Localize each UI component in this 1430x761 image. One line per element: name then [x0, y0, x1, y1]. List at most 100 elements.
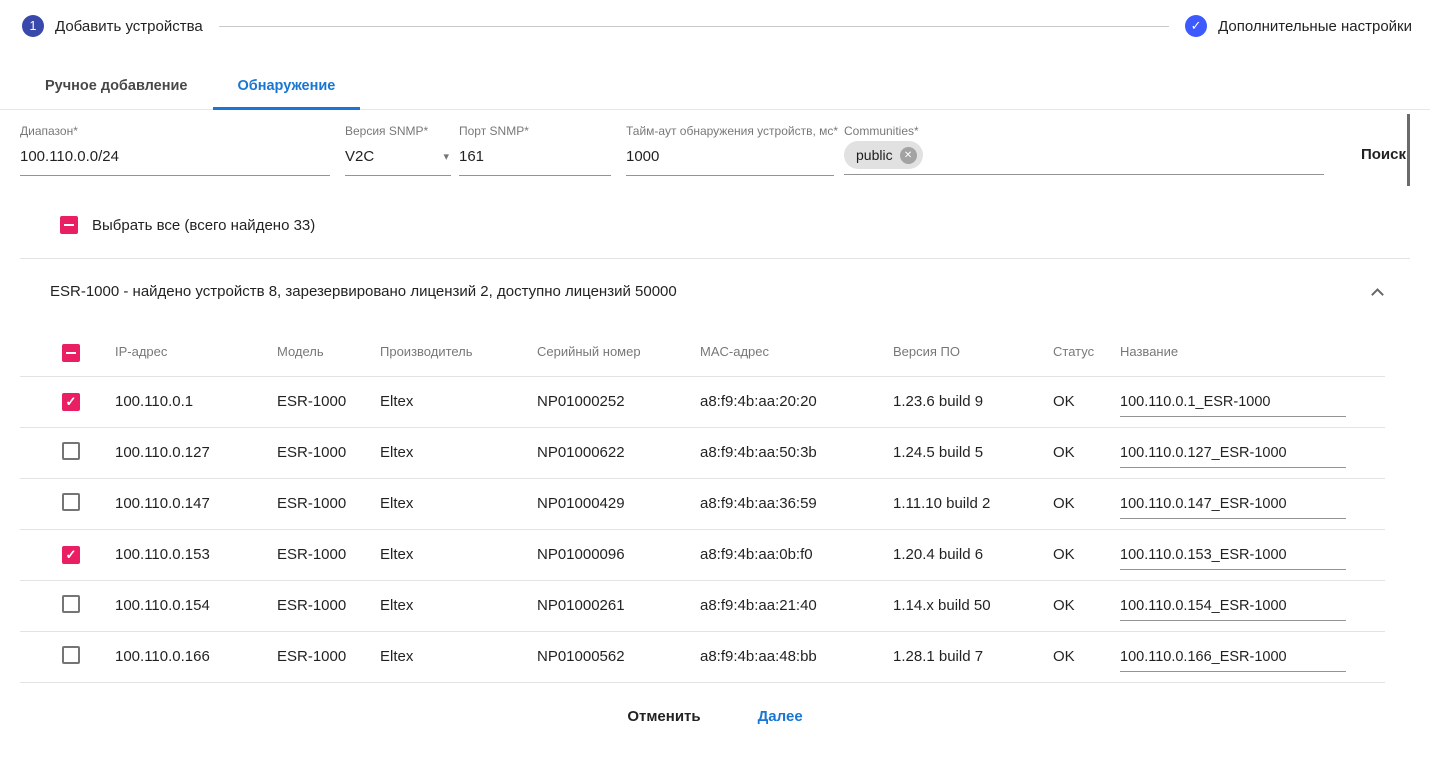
select-all-checkbox[interactable] — [60, 216, 78, 234]
cell-ip-address: 100.110.0.127 — [115, 427, 277, 478]
cell-firmware-version: 1.23.6 build 9 — [893, 376, 1053, 427]
step-1-label: Добавить устройства — [55, 18, 203, 35]
range-label: Диапазон* — [20, 124, 330, 140]
chip-remove-icon[interactable]: ✕ — [900, 147, 917, 164]
scrollbar-thumb[interactable] — [1407, 114, 1410, 186]
device-table-row: 100.110.0.166 ESR-1000 Eltex NP01000562 … — [20, 631, 1385, 682]
stepper: 1 Добавить устройства ✓ Дополнительные н… — [0, 0, 1430, 44]
cell-vendor: Eltex — [380, 478, 537, 529]
snmp-version-field: Версия SNMP* V2C ▾ — [345, 124, 451, 176]
cell-firmware-version: 1.20.4 build 6 — [893, 529, 1053, 580]
col-header-ip: IP-адрес — [115, 328, 277, 376]
step-2-label: Дополнительные настройки — [1218, 18, 1412, 35]
step-number-badge: 1 — [22, 15, 44, 37]
cell-model: ESR-1000 — [277, 529, 380, 580]
cell-mac-address: a8:f9:4b:aa:21:40 — [700, 580, 893, 631]
col-header-model: Модель — [277, 328, 380, 376]
group-select-checkbox[interactable] — [62, 344, 80, 362]
device-table-row: 100.110.0.1 ESR-1000 Eltex NP01000252 a8… — [20, 376, 1385, 427]
cell-ip-address: 100.110.0.147 — [115, 478, 277, 529]
snmp-port-input[interactable] — [459, 140, 611, 176]
device-name-input[interactable] — [1120, 545, 1346, 570]
cell-mac-address: a8:f9:4b:aa:48:bb — [700, 631, 893, 682]
col-header-mac: MAC-адрес — [700, 328, 893, 376]
row-checkbox[interactable] — [62, 646, 80, 664]
select-all-row: Выбрать все (всего найдено 33) — [0, 216, 1430, 234]
cell-vendor: Eltex — [380, 580, 537, 631]
timeout-field: Тайм-аут обнаружения устройств, мс* — [626, 124, 834, 176]
row-checkbox[interactable] — [62, 595, 80, 613]
next-button[interactable]: Далее — [746, 702, 815, 731]
device-group-title: ESR-1000 - найдено устройств 8, зарезерв… — [50, 283, 677, 300]
cell-mac-address: a8:f9:4b:aa:36:59 — [700, 478, 893, 529]
snmp-version-select[interactable]: V2C ▾ — [345, 140, 451, 176]
cell-firmware-version: 1.28.1 build 7 — [893, 631, 1053, 682]
cell-ip-address: 100.110.0.154 — [115, 580, 277, 631]
snmp-port-label: Порт SNMP* — [459, 124, 611, 140]
tab-manual-add[interactable]: Ручное добавление — [20, 63, 213, 109]
col-header-name: Название — [1120, 328, 1385, 376]
snmp-port-field: Порт SNMP* — [459, 124, 611, 176]
communities-field: Communities* public ✕ — [844, 124, 1324, 175]
tab-bar: Ручное добавление Обнаружение — [0, 63, 1430, 110]
tab-discovery[interactable]: Обнаружение — [213, 63, 361, 109]
table-header-row: IP-адрес Модель Производитель Серийный н… — [20, 328, 1385, 376]
cell-status: OK — [1053, 478, 1120, 529]
range-input[interactable] — [20, 140, 330, 176]
col-header-status: Статус — [1053, 328, 1120, 376]
cell-vendor: Eltex — [380, 427, 537, 478]
dropdown-arrow-icon: ▾ — [443, 150, 449, 163]
row-checkbox[interactable] — [62, 393, 80, 411]
cell-firmware-version: 1.24.5 build 5 — [893, 427, 1053, 478]
device-name-input[interactable] — [1120, 596, 1346, 621]
device-table-row: 100.110.0.147 ESR-1000 Eltex NP01000429 … — [20, 478, 1385, 529]
select-all-label: Выбрать все (всего найдено 33) — [92, 217, 315, 234]
device-name-input[interactable] — [1120, 647, 1346, 672]
cell-model: ESR-1000 — [277, 580, 380, 631]
device-name-input[interactable] — [1120, 392, 1346, 417]
search-button[interactable]: Поиск — [1361, 146, 1406, 163]
cell-ip-address: 100.110.0.166 — [115, 631, 277, 682]
stepper-step-additional-settings[interactable]: ✓ Дополнительные настройки — [1185, 15, 1412, 37]
device-name-input[interactable] — [1120, 494, 1346, 519]
communities-input[interactable]: public ✕ — [844, 140, 1324, 175]
device-name-input[interactable] — [1120, 443, 1346, 468]
cell-mac-address: a8:f9:4b:aa:0b:f0 — [700, 529, 893, 580]
device-table-row: 100.110.0.127 ESR-1000 Eltex NP01000622 … — [20, 427, 1385, 478]
discovery-form: Диапазон* Версия SNMP* V2C ▾ Порт SNMP* … — [0, 110, 1430, 176]
snmp-version-value: V2C — [345, 148, 374, 165]
range-field: Диапазон* — [20, 124, 330, 176]
device-table-row: 100.110.0.154 ESR-1000 Eltex NP01000261 … — [20, 580, 1385, 631]
cell-model: ESR-1000 — [277, 631, 380, 682]
device-group-header[interactable]: ESR-1000 - найдено устройств 8, зарезерв… — [20, 259, 1410, 314]
cell-firmware-version: 1.11.10 build 2 — [893, 478, 1053, 529]
cell-vendor: Eltex — [380, 631, 537, 682]
device-table: IP-адрес Модель Производитель Серийный н… — [20, 328, 1385, 683]
row-checkbox[interactable] — [62, 442, 80, 460]
cell-model: ESR-1000 — [277, 376, 380, 427]
cell-model: ESR-1000 — [277, 427, 380, 478]
cell-mac-address: a8:f9:4b:aa:50:3b — [700, 427, 893, 478]
cell-model: ESR-1000 — [277, 478, 380, 529]
stepper-connector-line — [219, 26, 1169, 27]
cell-status: OK — [1053, 580, 1120, 631]
col-header-serial: Серийный номер — [537, 328, 700, 376]
cell-serial-number: NP01000622 — [537, 427, 700, 478]
device-table-body: 100.110.0.1 ESR-1000 Eltex NP01000252 a8… — [20, 376, 1385, 682]
row-checkbox[interactable] — [62, 546, 80, 564]
cell-status: OK — [1053, 631, 1120, 682]
collapse-chevron-icon[interactable] — [1371, 288, 1384, 301]
cell-status: OK — [1053, 376, 1120, 427]
add-devices-wizard: 1 Добавить устройства ✓ Дополнительные н… — [0, 0, 1430, 747]
timeout-input[interactable] — [626, 140, 834, 176]
cell-ip-address: 100.110.0.1 — [115, 376, 277, 427]
cell-firmware-version: 1.14.x build 50 — [893, 580, 1053, 631]
row-checkbox[interactable] — [62, 493, 80, 511]
cell-mac-address: a8:f9:4b:aa:20:20 — [700, 376, 893, 427]
col-header-vendor: Производитель — [380, 328, 537, 376]
stepper-step-add-devices[interactable]: 1 Добавить устройства — [22, 15, 203, 37]
cancel-button[interactable]: Отменить — [615, 702, 712, 731]
check-icon: ✓ — [1185, 15, 1207, 37]
device-group-panel: ESR-1000 - найдено устройств 8, зарезерв… — [20, 258, 1410, 683]
community-chip[interactable]: public ✕ — [844, 141, 923, 169]
